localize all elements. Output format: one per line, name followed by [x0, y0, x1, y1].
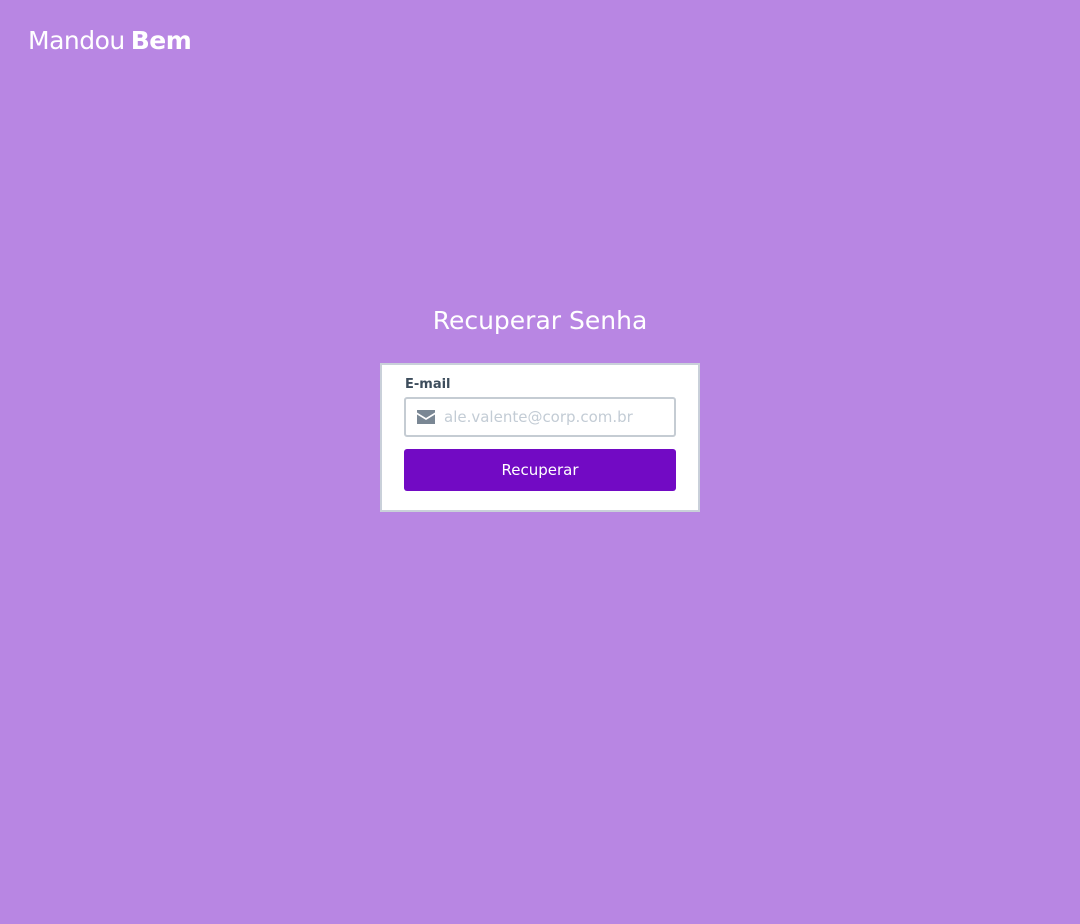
recover-password-card: E-mail Recuperar	[380, 363, 700, 512]
email-label: E-mail	[405, 377, 451, 392]
brand-name-light: Mandou	[28, 26, 125, 55]
recover-button[interactable]: Recuperar	[404, 449, 676, 491]
page-title: Recuperar Senha	[432, 306, 648, 335]
brand-logo: Mandou Bem	[28, 24, 192, 58]
email-input[interactable]	[444, 399, 670, 435]
brand-name-bold: Bem	[130, 26, 192, 55]
email-field[interactable]	[404, 397, 676, 437]
envelope-icon	[417, 410, 435, 424]
